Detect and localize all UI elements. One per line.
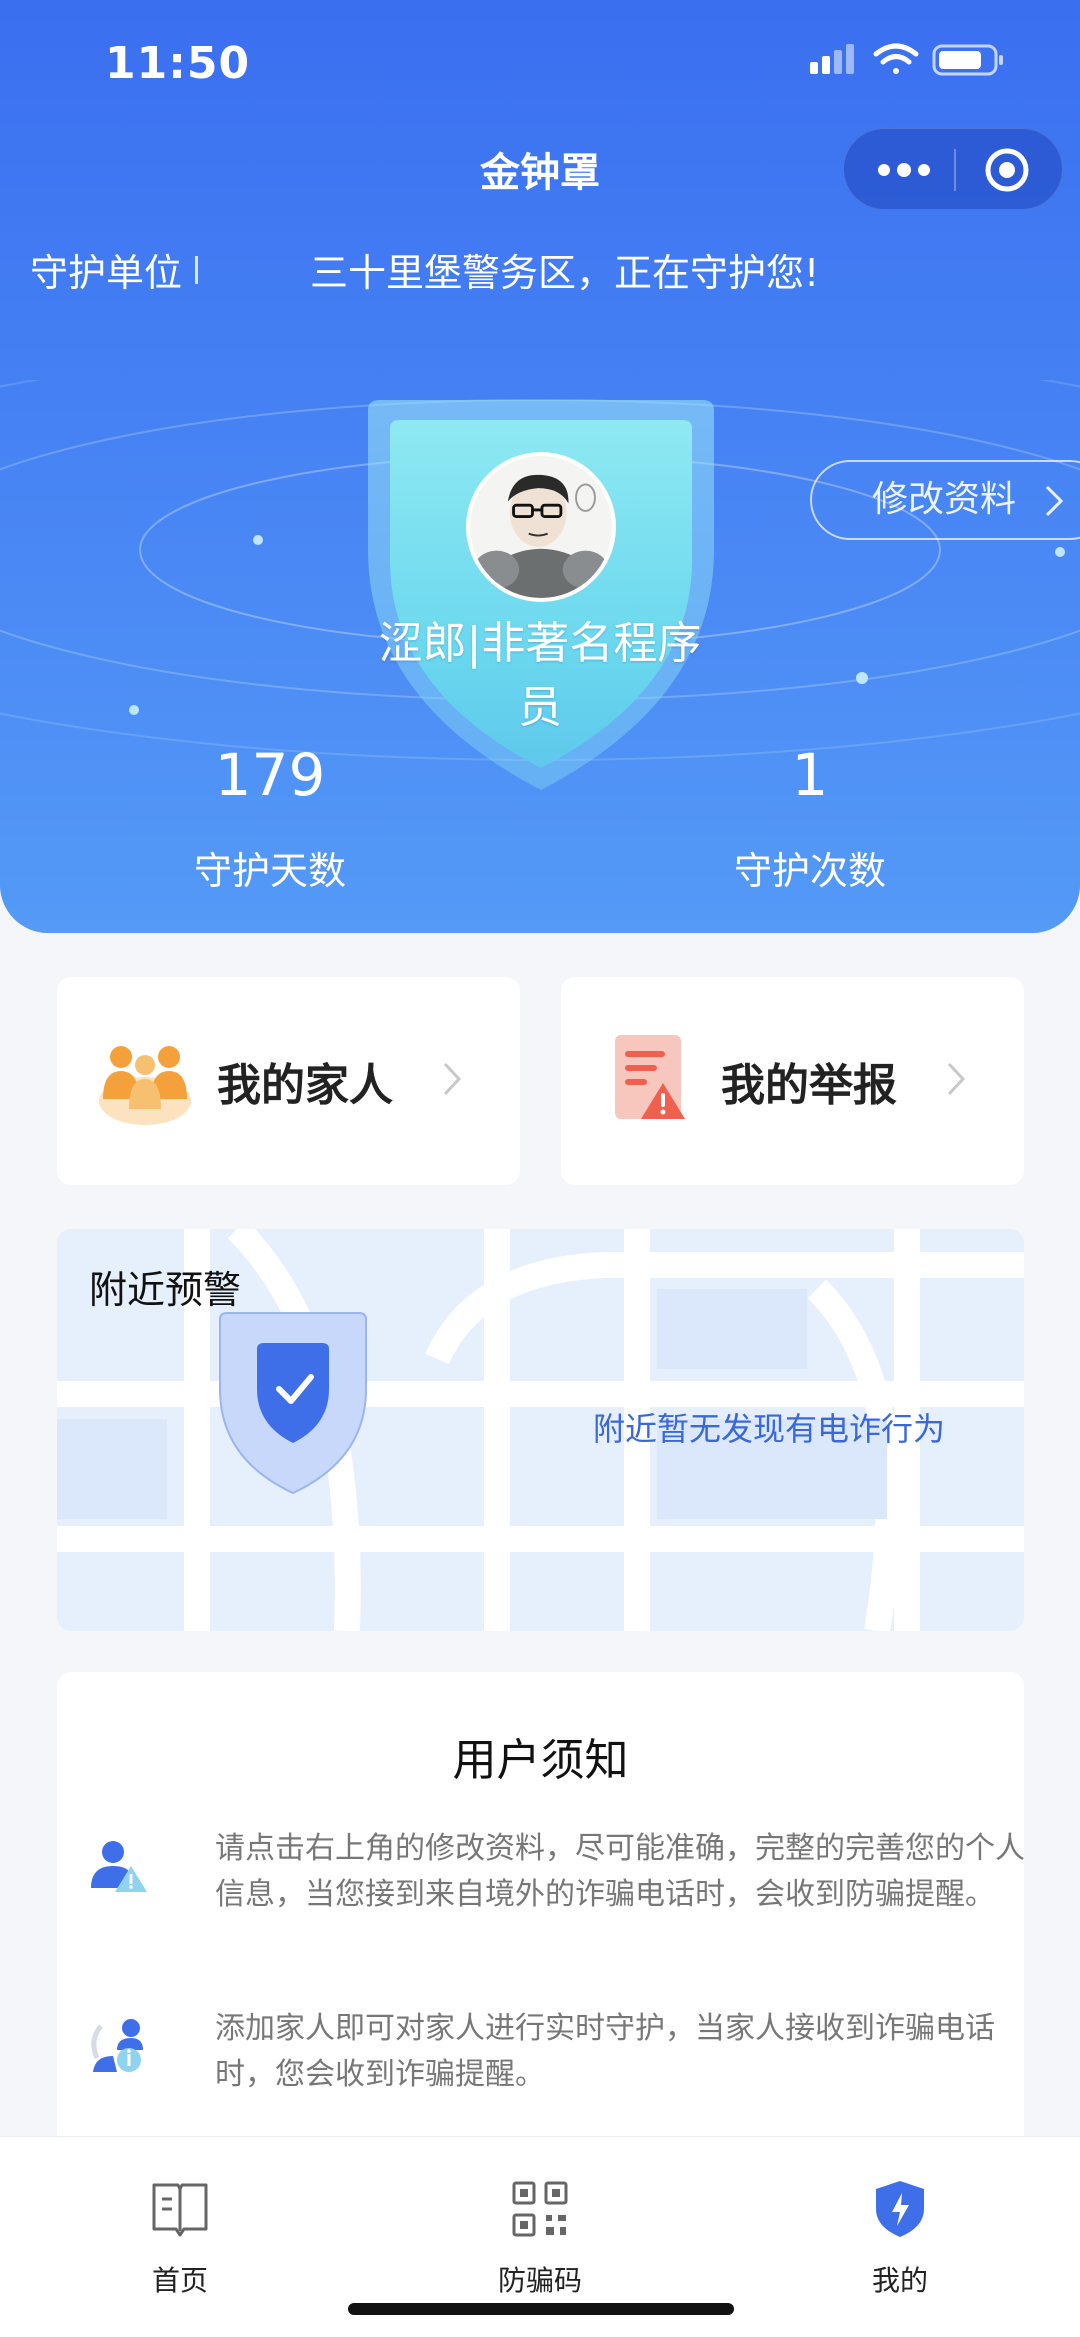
stat-guard-days-label: 守护天数	[193, 849, 346, 893]
chevron-right-icon	[1045, 485, 1064, 517]
guard-divider	[195, 256, 198, 284]
my-report-label: 我的举报	[721, 1060, 897, 1111]
qrcode-icon	[512, 2181, 568, 2237]
family-info-icon	[91, 2019, 143, 2072]
shield-bolt-icon	[876, 2181, 924, 2237]
status-icons	[810, 43, 1003, 76]
stat-guard-times-value: 1	[791, 741, 829, 809]
tab-mine-label: 我的	[871, 2264, 928, 2297]
status-bar: 11:50	[0, 0, 1080, 120]
my-family-card[interactable]: 我的家人	[57, 977, 520, 1185]
user-notice-title: 用户须知	[452, 1735, 629, 1786]
target-icon[interactable]	[984, 147, 1030, 193]
tab-home[interactable]: 首页	[80, 2177, 280, 2299]
guard-unit-message: 三十里堡警务区，正在守护您!	[310, 251, 820, 295]
nearby-alert-message: 附近暂无发现有电诈行为	[593, 1410, 946, 1448]
wifi-icon	[873, 43, 919, 74]
nearby-alert-title: 附近预警	[89, 1268, 242, 1312]
tab-mine[interactable]: 我的	[800, 2177, 1000, 2299]
family-icon	[99, 1046, 191, 1125]
miniapp-capsule	[843, 128, 1063, 210]
nearby-alert-card[interactable]: 附近预警 附近暂无发现有电诈行为	[57, 1229, 1024, 1631]
stat-guard-times-label: 守护次数	[733, 849, 886, 893]
profile-header: 11:50 金钟罩 守护单位 三十里堡警务区，正在守护您! 涩郎|非著名程序员 …	[0, 0, 1080, 933]
edit-profile-label: 修改资料	[872, 479, 1017, 520]
home-indicator	[348, 2303, 734, 2315]
more-icon[interactable]	[874, 155, 934, 185]
nickname: 涩郎|非著名程序员	[378, 618, 702, 733]
avatar[interactable]	[466, 452, 616, 602]
user-alert-icon	[91, 1841, 147, 1892]
signal-icon	[810, 44, 854, 74]
edit-profile-button[interactable]: 修改资料	[810, 460, 1080, 540]
notice-item-text: 添加家人即可对家人进行实时守护，当家人接收到诈骗电话时，您会收到诈骗提醒。	[215, 2011, 995, 2092]
stat-guard-days-value: 179	[214, 741, 326, 809]
stat-guard-times: 1 守护次数	[660, 740, 960, 895]
my-family-label: 我的家人	[217, 1060, 393, 1111]
guard-unit-label: 守护单位	[30, 251, 183, 295]
stat-guard-days: 179 守护天数	[120, 740, 420, 895]
report-icon	[615, 1035, 685, 1119]
chevron-right-icon	[443, 1062, 462, 1096]
chevron-right-icon	[947, 1062, 966, 1096]
my-report-card[interactable]: 我的举报	[561, 977, 1024, 1185]
notice-item-text: 请点击右上角的修改资料，尽可能准确，完整的完善您的个人信息，当您接到来自境外的诈…	[215, 1831, 1025, 1912]
status-time: 11:50	[105, 38, 251, 89]
tab-anti-fraud-code[interactable]: 防骗码	[440, 2177, 640, 2299]
battery-icon	[932, 44, 1003, 76]
book-icon	[152, 2183, 208, 2237]
tab-anti-fraud-code-label: 防骗码	[497, 2264, 582, 2297]
capsule-divider	[954, 149, 956, 191]
tab-home-label: 首页	[151, 2264, 208, 2297]
